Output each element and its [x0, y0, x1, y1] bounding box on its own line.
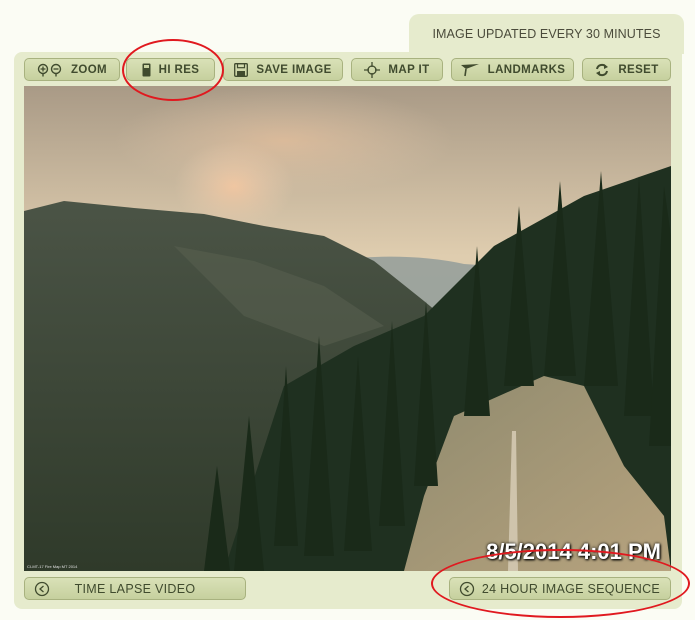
hi-res-icon	[142, 63, 151, 77]
reset-label: RESET	[618, 63, 659, 76]
map-it-button[interactable]: MAP IT	[351, 58, 443, 81]
24-hour-sequence-label: 24 HOUR IMAGE SEQUENCE	[481, 581, 661, 596]
floppy-disk-icon	[234, 62, 249, 77]
zoom-label: ZOOM	[70, 63, 108, 76]
time-lapse-video-button[interactable]: TIME LAPSE VIDEO	[24, 577, 246, 600]
landmarks-pennant-icon	[460, 63, 480, 77]
play-circle-icon	[459, 581, 475, 597]
webcam-scene	[24, 86, 671, 571]
hi-res-label: HI RES	[158, 63, 200, 76]
crosshair-icon	[364, 61, 381, 78]
map-it-label: MAP IT	[388, 63, 430, 76]
24-hour-sequence-button[interactable]: 24 HOUR IMAGE SEQUENCE	[449, 577, 671, 600]
zoom-button[interactable]: ZOOM	[24, 58, 120, 81]
refresh-icon	[594, 63, 610, 77]
update-notice-tab: IMAGE UPDATED EVERY 30 MINUTES	[409, 14, 684, 54]
hi-res-button[interactable]: HI RES	[126, 58, 215, 81]
reset-button[interactable]: RESET	[582, 58, 671, 81]
webcam-image[interactable]: CI-MT-17 Fire Map MT 2014 8/5/2014 4:01 …	[24, 86, 671, 571]
time-lapse-video-label: TIME LAPSE VIDEO	[74, 581, 196, 596]
play-circle-icon	[34, 581, 50, 597]
save-image-button[interactable]: SAVE IMAGE	[223, 58, 343, 81]
zoom-in-out-icon	[37, 63, 63, 77]
landmarks-button[interactable]: LANDMARKS	[451, 58, 574, 81]
save-image-label: SAVE IMAGE	[256, 63, 332, 76]
camera-caption: CI-MT-17 Fire Map MT 2014	[27, 564, 78, 569]
update-notice-text: IMAGE UPDATED EVERY 30 MINUTES	[432, 27, 661, 41]
image-timestamp: 8/5/2014 4:01 PM	[486, 539, 661, 564]
landmarks-label: LANDMARKS	[487, 63, 566, 76]
